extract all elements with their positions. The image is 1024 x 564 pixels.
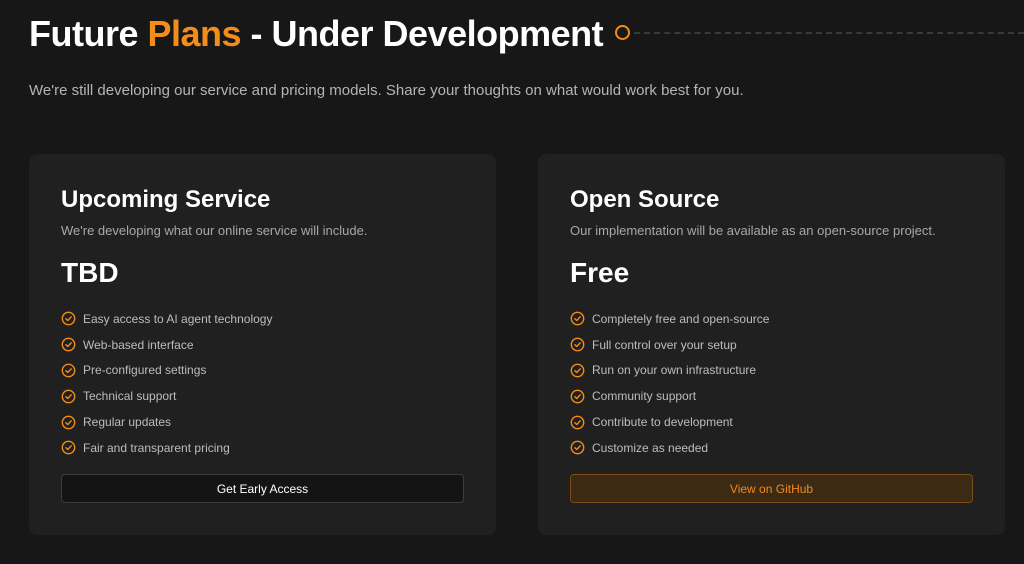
page-title: Future Plans - Under Development: [29, 12, 604, 56]
feature-label: Full control over your setup: [592, 337, 737, 352]
check-circle-icon: [570, 440, 585, 455]
feature-item: Community support: [570, 383, 769, 409]
feature-item: Completely free and open-source: [570, 306, 769, 332]
page-title-part2: - Under Development: [241, 13, 604, 54]
check-circle-icon: [570, 363, 585, 378]
feature-label: Customize as needed: [592, 440, 709, 455]
get-early-access-button[interactable]: Get Early Access: [61, 474, 464, 503]
card-upcoming-service: Upcoming Service We're developing what o…: [29, 154, 496, 535]
check-circle-icon: [570, 312, 585, 326]
pricing-page: Future Plans - Under Development We're s…: [0, 0, 1024, 564]
check-circle-icon: [61, 312, 76, 326]
card-description: Our implementation will be available as …: [570, 223, 936, 238]
feature-label: Web-based interface: [83, 337, 194, 352]
feature-label: Completely free and open-source: [592, 311, 770, 326]
page-title-part1: Future: [29, 13, 148, 54]
check-circle-icon: [570, 389, 585, 404]
card-price: TBD: [61, 257, 119, 288]
feature-item: Run on your own infrastructure: [570, 358, 769, 384]
check-circle-icon: [61, 337, 76, 352]
card-description: We're developing what our online service…: [61, 223, 368, 238]
page-subtitle: We're still developing our service and p…: [29, 82, 744, 99]
feature-item: Easy access to AI agent technology: [61, 306, 272, 332]
feature-item: Fair and transparent pricing: [61, 435, 272, 461]
feature-label: Community support: [592, 389, 697, 404]
check-circle-icon: [61, 389, 76, 404]
check-circle-icon: [61, 440, 76, 455]
card-price: Free: [570, 257, 630, 288]
feature-label: Easy access to AI agent technology: [83, 311, 273, 326]
feature-label: Fair and transparent pricing: [83, 440, 230, 455]
view-on-github-button[interactable]: View on GitHub: [570, 474, 973, 503]
check-circle-icon: [61, 415, 76, 429]
feature-item: Regular updates: [61, 409, 272, 435]
card-title: Open Source: [570, 186, 720, 213]
card-open-source: Open Source Our implementation will be a…: [538, 154, 1005, 535]
decorative-dashed-line: [634, 32, 1024, 34]
feature-label: Regular updates: [83, 415, 172, 430]
feature-label: Run on your own infrastructure: [592, 363, 757, 378]
check-circle-icon: [570, 337, 585, 352]
check-circle-icon: [570, 415, 585, 429]
check-circle-icon: [61, 363, 76, 378]
feature-label: Technical support: [83, 389, 177, 404]
feature-list: Easy access to AI agent technology Web-b…: [61, 306, 272, 461]
card-title: Upcoming Service: [61, 186, 271, 213]
feature-item: Contribute to development: [570, 409, 769, 435]
page-title-accent: Plans: [147, 13, 242, 54]
feature-item: Technical support: [61, 383, 272, 409]
feature-item: Web-based interface: [61, 332, 272, 358]
feature-item: Full control over your setup: [570, 332, 769, 358]
decorative-circle-icon: [615, 25, 630, 40]
feature-item: Pre-configured settings: [61, 358, 272, 384]
feature-label: Pre-configured settings: [83, 363, 207, 378]
feature-item: Customize as needed: [570, 435, 769, 461]
feature-label: Contribute to development: [592, 415, 733, 430]
feature-list: Completely free and open-source Full con…: [570, 306, 769, 461]
